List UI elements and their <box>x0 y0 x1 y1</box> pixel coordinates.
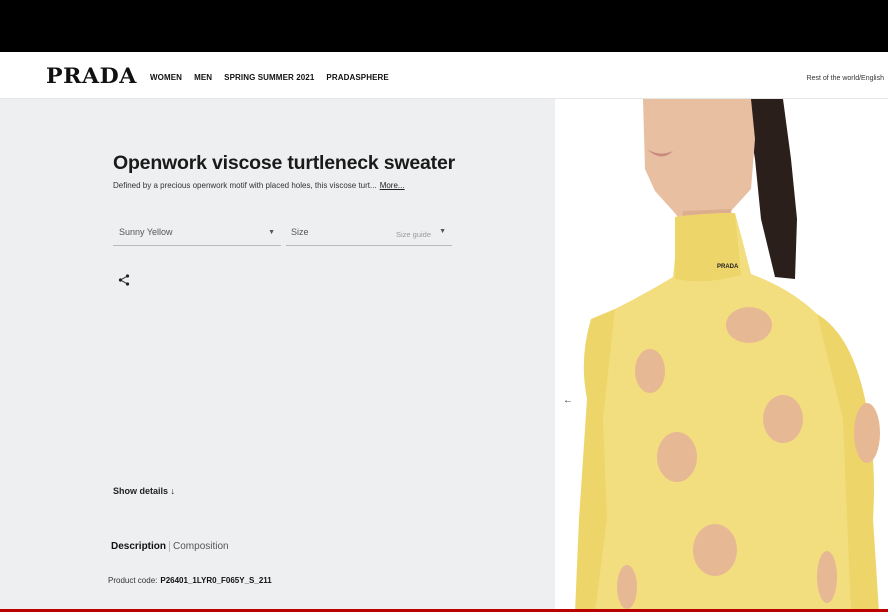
nav-item-men[interactable]: MEN <box>194 73 212 82</box>
product-description: Defined by a precious openwork motif wit… <box>113 181 405 190</box>
product-gallery: PRADA ← <box>555 99 888 612</box>
nav-item-women[interactable]: WOMEN <box>150 73 182 82</box>
nav-item-pradasphere[interactable]: PRADASPHERE <box>326 73 388 82</box>
size-select-label: Size <box>291 227 309 237</box>
info-tabs: Description Composition <box>111 541 229 552</box>
more-link[interactable]: More... <box>380 181 405 190</box>
main-nav: WOMEN MEN SPRING SUMMER 2021 PRADASPHERE <box>150 73 389 82</box>
product-code: Product code: P26401_1LYR0_F065Y_S_211 <box>108 576 272 585</box>
product-description-text: Defined by a precious openwork motif wit… <box>113 181 377 190</box>
product-info-panel: Openwork viscose turtleneck sweater Defi… <box>0 99 555 612</box>
product-photo: PRADA <box>555 99 888 612</box>
video-letterbox-top <box>0 0 888 52</box>
size-guide-link[interactable]: Size guide <box>396 230 431 239</box>
product-code-value: P26401_1LYR0_F065Y_S_211 <box>160 576 272 585</box>
chevron-down-icon: ▼ <box>268 229 275 236</box>
prada-logo[interactable]: PRADA <box>46 63 137 88</box>
color-select-value: Sunny Yellow <box>119 227 173 237</box>
site-header: PRADA WOMEN MEN SPRING SUMMER 2021 PRADA… <box>0 52 888 99</box>
region-language-selector[interactable]: Rest of the world/English <box>807 75 884 82</box>
neck-logo: PRADA <box>717 264 739 270</box>
tab-composition[interactable]: Composition <box>169 541 229 552</box>
chevron-down-icon: ▼ <box>439 228 446 235</box>
arrow-left-icon[interactable]: ← <box>563 395 573 406</box>
product-code-label: Product code: <box>108 576 158 585</box>
show-details-toggle[interactable]: Show details ↓ <box>113 486 175 496</box>
color-select[interactable]: Sunny Yellow ▼ <box>113 223 281 246</box>
tab-description[interactable]: Description <box>111 541 166 552</box>
size-select[interactable]: Size Size guide ▼ <box>286 223 452 246</box>
nav-item-spring-summer-2021[interactable]: SPRING SUMMER 2021 <box>224 73 314 82</box>
share-icon[interactable] <box>117 273 131 287</box>
product-title: Openwork viscose turtleneck sweater <box>113 152 455 174</box>
